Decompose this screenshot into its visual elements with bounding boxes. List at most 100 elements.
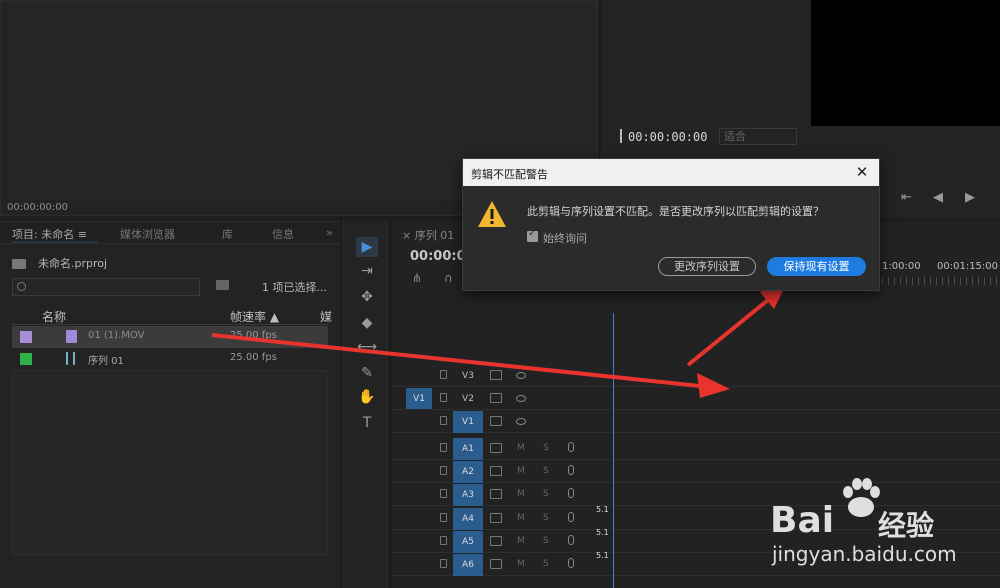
solo-button[interactable]: S xyxy=(543,513,549,523)
mute-button[interactable]: M xyxy=(517,559,525,569)
tab-project[interactable]: 项目: 未命名 ≡ xyxy=(12,226,87,242)
selection-tool-icon[interactable]: ▶ xyxy=(356,237,378,257)
search-input[interactable] xyxy=(13,279,199,295)
video-track[interactable]: V3 xyxy=(392,365,1000,387)
list-item[interactable]: 序列 01 25.00 fps xyxy=(12,348,328,370)
change-sequence-settings-button[interactable]: 更改序列设置 xyxy=(658,257,756,276)
go-to-in-icon[interactable]: ⇤ xyxy=(901,190,912,205)
razor-tool-icon[interactable]: ◆ xyxy=(356,313,378,333)
mute-button[interactable]: M xyxy=(517,443,525,453)
search-field[interactable] xyxy=(12,278,200,296)
sync-lock-icon[interactable] xyxy=(490,536,502,546)
video-track[interactable]: V2 xyxy=(392,388,1000,410)
mic-icon[interactable] xyxy=(568,558,574,568)
item-fps: 25.00 fps xyxy=(230,352,277,363)
tab-libraries[interactable]: 库 xyxy=(222,226,233,242)
playhead-marker-icon xyxy=(620,129,622,143)
lock-icon[interactable] xyxy=(440,489,447,498)
sync-lock-icon[interactable] xyxy=(490,489,502,499)
project-empty-area[interactable] xyxy=(12,370,328,555)
more-tabs-icon[interactable]: » xyxy=(326,226,333,239)
item-name: 序列 01 xyxy=(88,356,124,367)
lock-icon[interactable] xyxy=(440,536,447,545)
lock-icon[interactable] xyxy=(440,559,447,568)
fit-dropdown[interactable]: 适合 xyxy=(719,128,797,145)
watermark-brand-suffix: 经验 xyxy=(878,509,935,542)
track-label[interactable]: A6 xyxy=(453,554,483,576)
type-tool-icon[interactable]: T xyxy=(356,413,378,433)
eye-icon[interactable] xyxy=(516,395,526,402)
list-item[interactable]: 01 (1).MOV 25.00 fps xyxy=(12,326,328,348)
track-label[interactable]: V2 xyxy=(453,388,483,410)
play-icon[interactable]: ▶ xyxy=(965,190,975,205)
track-select-tool-icon[interactable]: ⇥ xyxy=(356,261,378,281)
track-label[interactable]: A3 xyxy=(453,484,483,506)
sync-lock-icon[interactable] xyxy=(490,370,502,380)
mute-button[interactable]: M xyxy=(517,536,525,546)
sync-lock-icon[interactable] xyxy=(490,466,502,476)
sync-lock-icon[interactable] xyxy=(490,443,502,453)
solo-button[interactable]: S xyxy=(543,489,549,499)
track-label[interactable]: A4 xyxy=(453,508,483,530)
lock-icon[interactable] xyxy=(440,466,447,475)
lock-icon[interactable] xyxy=(440,443,447,452)
mic-icon[interactable] xyxy=(568,488,574,498)
sync-lock-icon[interactable] xyxy=(490,513,502,523)
track-label[interactable]: A2 xyxy=(453,461,483,483)
sync-lock-icon[interactable] xyxy=(490,393,502,403)
mute-button[interactable]: M xyxy=(517,513,525,523)
track-label[interactable]: V1 xyxy=(453,411,483,433)
tab-media-browser[interactable]: 媒体浏览器 xyxy=(120,226,175,242)
lock-icon[interactable] xyxy=(440,416,447,425)
column-fps[interactable]: 帧速率 ▲ xyxy=(230,308,279,325)
warning-icon xyxy=(478,201,506,227)
program-viewer xyxy=(811,0,1000,126)
mic-icon[interactable] xyxy=(568,442,574,452)
keep-existing-settings-button[interactable]: 保持现有设置 xyxy=(767,257,866,276)
column-name[interactable]: 名称 xyxy=(42,308,66,325)
tab-info[interactable]: 信息 xyxy=(272,226,294,242)
track-label[interactable]: A5 xyxy=(453,531,483,553)
always-ask-label[interactable]: 始终询问 xyxy=(543,230,587,246)
item-fps: 25.00 fps xyxy=(230,330,277,341)
mic-icon[interactable] xyxy=(568,465,574,475)
source-timecode[interactable]: 00:00:00:00 xyxy=(7,202,68,213)
eye-icon[interactable] xyxy=(516,418,526,425)
close-icon[interactable]: ✕ xyxy=(853,162,871,182)
always-ask-checkbox[interactable] xyxy=(527,228,538,242)
audio-track[interactable]: A1 M S xyxy=(392,438,1000,460)
sync-lock-icon[interactable] xyxy=(490,416,502,426)
video-track[interactable]: V1 xyxy=(392,411,1000,433)
step-back-icon[interactable]: ◀ xyxy=(933,190,943,205)
pen-tool-icon[interactable]: ✎ xyxy=(356,363,378,383)
mic-icon[interactable] xyxy=(568,512,574,522)
timeline-timecode[interactable]: 00:00:0 xyxy=(410,249,466,264)
lock-icon[interactable] xyxy=(440,393,447,402)
solo-button[interactable]: S xyxy=(543,443,549,453)
mute-button[interactable]: M xyxy=(517,489,525,499)
linked-selection-icon[interactable]: ∩ xyxy=(444,271,453,285)
time-ruler[interactable] xyxy=(882,277,1000,285)
solo-button[interactable]: S xyxy=(543,466,549,476)
ripple-edit-tool-icon[interactable]: ✥ xyxy=(356,287,378,307)
track-label[interactable]: V3 xyxy=(453,365,483,387)
mute-button[interactable]: M xyxy=(517,466,525,476)
playhead[interactable] xyxy=(613,313,614,588)
snap-icon[interactable]: ⋔ xyxy=(412,271,422,285)
label-color-swatch xyxy=(20,331,32,343)
mic-icon[interactable] xyxy=(568,535,574,545)
track-label[interactable]: A1 xyxy=(453,438,483,460)
solo-button[interactable]: S xyxy=(543,536,549,546)
column-media[interactable]: 媒 xyxy=(320,308,332,325)
lock-icon[interactable] xyxy=(440,513,447,522)
eye-icon[interactable] xyxy=(516,372,526,379)
label-color-swatch xyxy=(20,353,32,365)
slip-tool-icon[interactable]: ⟷ xyxy=(356,337,378,357)
lock-icon[interactable] xyxy=(440,370,447,379)
sync-lock-icon[interactable] xyxy=(490,559,502,569)
tab-sequence[interactable]: × 序列 01 xyxy=(402,227,454,243)
new-bin-icon[interactable] xyxy=(216,280,229,290)
solo-button[interactable]: S xyxy=(543,559,549,569)
hand-tool-icon[interactable]: ✋ xyxy=(356,387,378,407)
program-timecode[interactable]: 00:00:00:00 xyxy=(628,130,707,144)
